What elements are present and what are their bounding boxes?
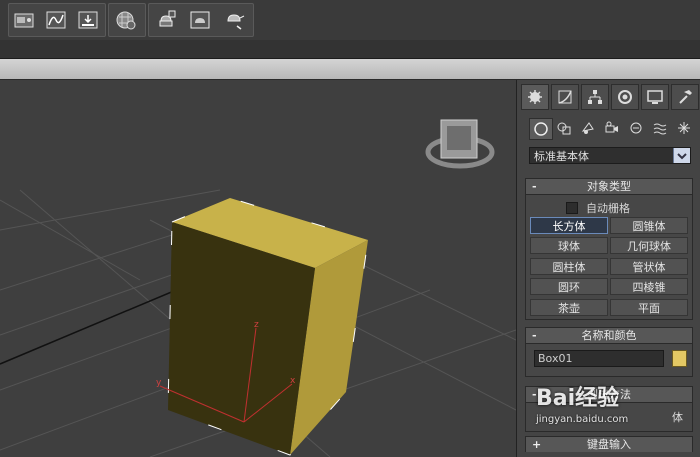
command-panel-tabs bbox=[521, 84, 699, 110]
gizmo-x-label: x bbox=[290, 376, 296, 386]
shapes-icon bbox=[557, 122, 571, 135]
object-type-header[interactable]: - 对象类型 bbox=[526, 179, 692, 195]
space-warps-category-button[interactable] bbox=[649, 118, 671, 138]
material-editor-icon bbox=[116, 11, 136, 30]
tab-display[interactable] bbox=[641, 84, 669, 110]
modify-tab-icon bbox=[558, 90, 572, 104]
tab-create[interactable] bbox=[521, 84, 549, 110]
viewcube[interactable] bbox=[425, 119, 495, 169]
render-setup-button[interactable] bbox=[153, 7, 179, 33]
hammer-icon bbox=[679, 90, 692, 104]
auto-grid-checkbox[interactable] bbox=[566, 202, 578, 214]
name-and-color-title: 名称和颜色 bbox=[581, 329, 637, 342]
auto-grid-row[interactable]: 自动栅格 bbox=[566, 201, 630, 215]
cameras-category-button[interactable] bbox=[601, 118, 623, 138]
toolbar-group-material bbox=[108, 3, 146, 37]
tube-button[interactable]: 管状体 bbox=[610, 258, 688, 275]
material-editor-button[interactable] bbox=[113, 7, 139, 33]
viewport-canvas bbox=[0, 119, 516, 457]
category-dropdown[interactable]: 标准基本体 bbox=[529, 147, 691, 164]
chevron-down-icon bbox=[677, 152, 687, 159]
helper-icon bbox=[630, 122, 642, 134]
tab-modify[interactable] bbox=[551, 84, 579, 110]
collapse-sign: - bbox=[532, 329, 537, 342]
baidu-watermark: Bai经验 bbox=[536, 386, 620, 411]
cylinder-button[interactable]: 圆柱体 bbox=[530, 258, 608, 275]
lights-category-button[interactable] bbox=[577, 118, 599, 138]
name-and-color-header[interactable]: - 名称和颜色 bbox=[526, 328, 692, 344]
sphere-button[interactable]: 球体 bbox=[530, 237, 608, 254]
main-toolbar bbox=[0, 0, 700, 41]
object-name-field[interactable]: Box01 bbox=[534, 350, 664, 367]
scene-explorer-icon bbox=[14, 13, 34, 28]
tab-utilities[interactable] bbox=[671, 84, 699, 110]
display-tab-icon bbox=[647, 90, 663, 104]
perspective-viewport[interactable]: z y x bbox=[0, 80, 516, 457]
light-icon bbox=[581, 122, 594, 134]
category-dropdown-value: 标准基本体 bbox=[534, 150, 589, 163]
systems-icon bbox=[678, 122, 690, 134]
baidu-watermark-url: jingyan.baidu.com bbox=[536, 414, 629, 425]
render-production-button[interactable] bbox=[221, 7, 247, 33]
box01-object[interactable] bbox=[167, 197, 369, 456]
object-type-title: 对象类型 bbox=[587, 180, 631, 193]
create-tab-icon bbox=[528, 90, 542, 104]
create-category-buttons bbox=[527, 118, 697, 140]
motion-tab-icon bbox=[618, 90, 632, 104]
shapes-category-button[interactable] bbox=[553, 118, 575, 138]
name-and-color-rollout: - 名称和颜色 Box01 bbox=[525, 327, 693, 377]
rendered-frame-icon bbox=[190, 11, 210, 29]
box-button[interactable]: 长方体 bbox=[530, 217, 608, 234]
keyboard-entry-title: 键盘输入 bbox=[587, 438, 631, 451]
teapot-button[interactable]: 茶壶 bbox=[530, 299, 608, 316]
toolbar-group-render bbox=[148, 3, 254, 37]
gizmo-y-label: y bbox=[156, 378, 162, 388]
teapot-render-icon bbox=[227, 14, 245, 30]
systems-category-button[interactable] bbox=[673, 118, 695, 138]
ribbon-strip bbox=[0, 59, 700, 79]
auto-grid-label: 自动栅格 bbox=[586, 202, 630, 215]
geometry-category-button[interactable] bbox=[529, 118, 553, 140]
dope-sheet-icon bbox=[78, 11, 98, 29]
plane-button[interactable]: 平面 bbox=[610, 299, 688, 316]
creation-method-option-label: 体 bbox=[672, 411, 683, 424]
rendered-frame-window-button[interactable] bbox=[187, 7, 213, 33]
curve-editor-button[interactable] bbox=[43, 7, 69, 33]
pyramid-button[interactable]: 四棱锥 bbox=[610, 278, 688, 295]
hierarchy-tab-icon bbox=[588, 90, 602, 104]
geosphere-button[interactable]: 几何球体 bbox=[610, 237, 688, 254]
tab-hierarchy[interactable] bbox=[581, 84, 609, 110]
space-warp-icon bbox=[653, 123, 667, 135]
toolbar-group-files bbox=[8, 3, 106, 37]
expand-sign: + bbox=[532, 438, 542, 451]
gizmo-z-label: z bbox=[254, 320, 259, 330]
sphere-geometry-icon bbox=[534, 122, 548, 136]
object-type-rollout: - 对象类型 自动栅格 长方体 圆锥体 球体 几何球体 圆柱体 管状体 圆环 四… bbox=[525, 178, 693, 320]
curve-editor-icon bbox=[46, 11, 66, 29]
keyboard-entry-rollout: + 键盘输入 bbox=[525, 436, 693, 452]
keyboard-entry-header[interactable]: + 键盘输入 bbox=[526, 437, 692, 452]
dropdown-arrow[interactable] bbox=[673, 148, 690, 163]
render-setup-icon bbox=[159, 10, 176, 27]
camera-icon bbox=[605, 121, 618, 133]
tab-motion[interactable] bbox=[611, 84, 639, 110]
scene-explorer-button[interactable] bbox=[11, 7, 37, 33]
collapse-sign: - bbox=[532, 180, 537, 193]
cone-button[interactable]: 圆锥体 bbox=[610, 217, 688, 234]
helpers-category-button[interactable] bbox=[625, 118, 647, 138]
toolbar-strip bbox=[0, 40, 700, 59]
dope-sheet-button[interactable] bbox=[75, 7, 101, 33]
object-color-swatch[interactable] bbox=[672, 350, 687, 367]
torus-button[interactable]: 圆环 bbox=[530, 278, 608, 295]
